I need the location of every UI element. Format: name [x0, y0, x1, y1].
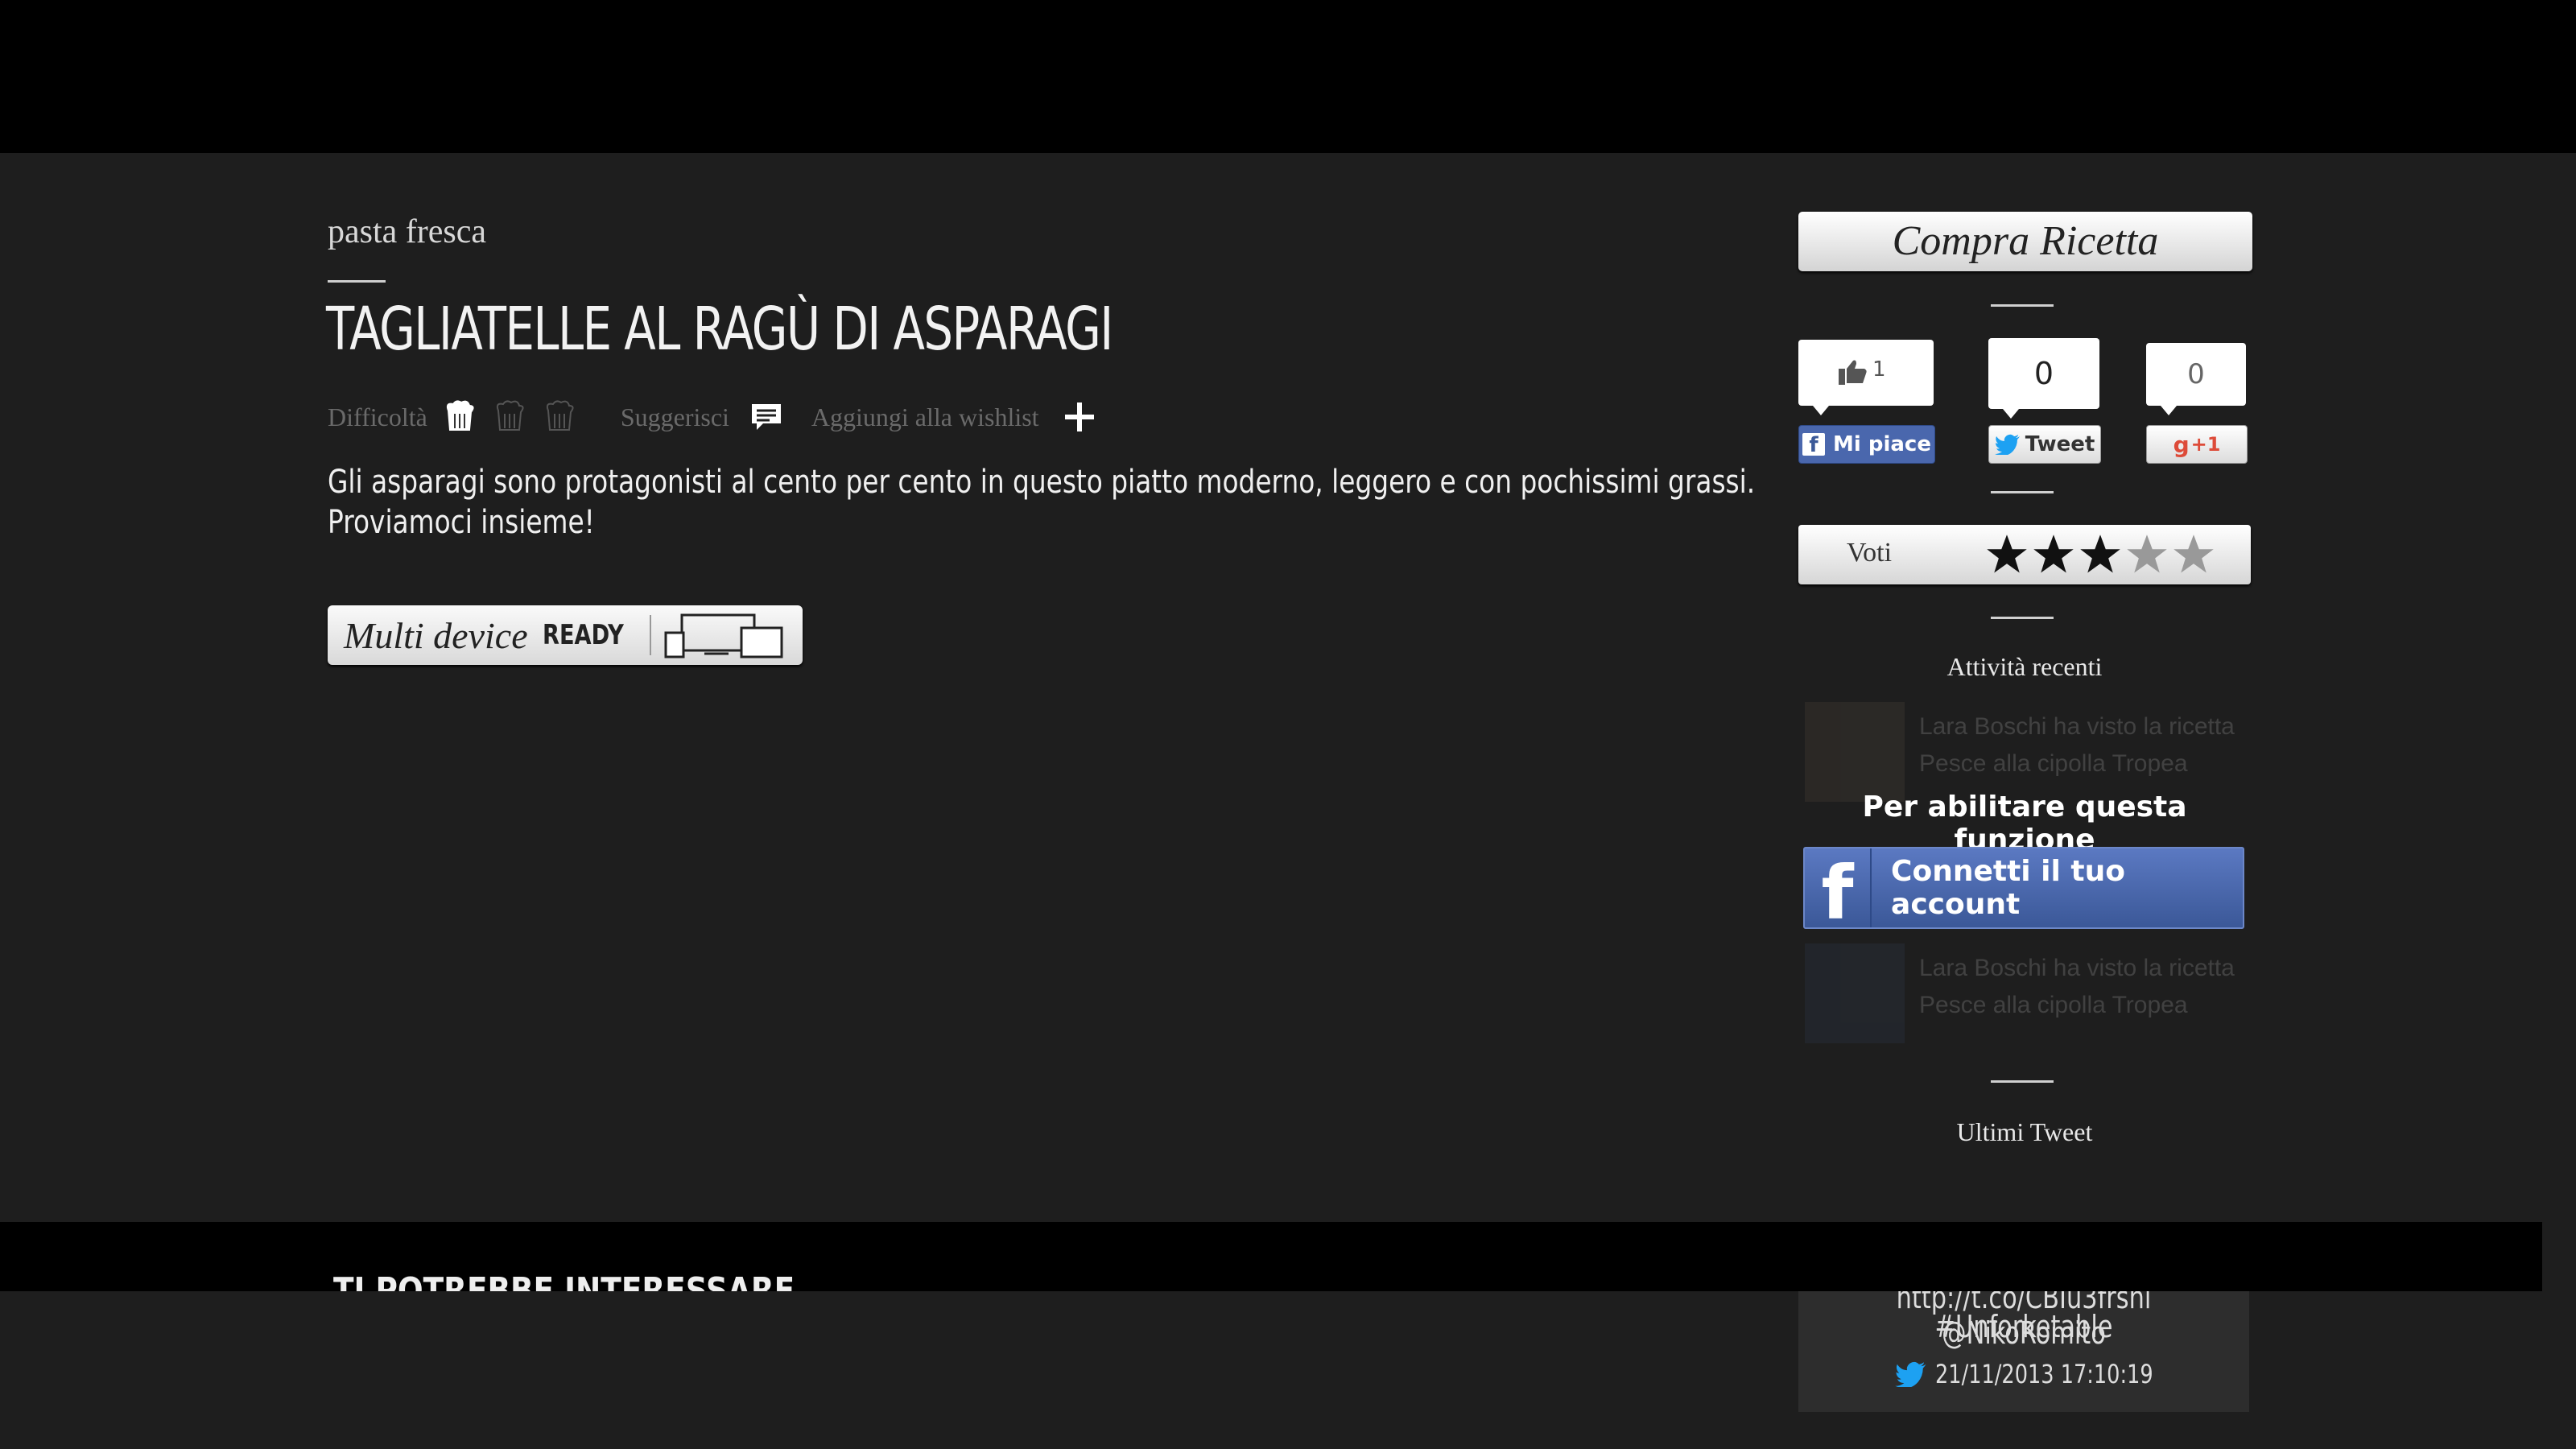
multi-device-badge: Multi device READY [328, 605, 803, 665]
star-empty-icon[interactable] [2125, 533, 2169, 576]
tweet-card: http://t.co/CBIu3frshl @NikoRomito #Unfo… [1798, 1280, 2249, 1412]
tweet-label: Tweet [2025, 432, 2095, 456]
votes-label: Voti [1847, 538, 1893, 568]
gplus-icon: g [2173, 431, 2190, 458]
sidebar-divider [1991, 491, 2054, 493]
list-item: Lara Boschi ha visto la ricetta Pesce al… [1805, 697, 2240, 803]
activity-text: Lara Boschi ha visto la ricetta Pesce al… [1919, 955, 2235, 1018]
badge-italic-text: Multi device [344, 614, 528, 656]
description-line: Gli asparagi sono protagonisti al cento … [328, 464, 1756, 501]
sidebar-divider [1991, 304, 2054, 307]
plus-icon[interactable] [1062, 399, 1097, 435]
activity-text: Lara Boschi ha visto la ricetta Pesce al… [1919, 713, 2235, 777]
twitter-bird-icon [1994, 434, 2020, 455]
facebook-like-label: Mi piace [1833, 432, 1931, 456]
difficulty-label: Difficoltà [328, 402, 427, 431]
badge-ready-text: READY [542, 619, 624, 651]
suggest-label[interactable]: Suggerisci [621, 402, 729, 432]
star-filled-icon[interactable] [2032, 533, 2075, 576]
devices-icon [664, 613, 783, 658]
activity-thumbnail [1805, 702, 1905, 802]
sidebar-divider [1991, 617, 2054, 619]
recipe-meta-row: Difficoltà Suggerisci Aggiungi alla wish… [328, 393, 1097, 441]
facebook-icon: f [1805, 848, 1872, 931]
gplus-label: +1 [2190, 433, 2221, 456]
might-interest-text: TI POTREBBE INTERESSARE [333, 1270, 795, 1291]
buy-recipe-button[interactable]: Compra Ricetta [1798, 212, 2252, 271]
wishlist-label[interactable]: Aggiungi alla wishlist [811, 402, 1039, 432]
tweet-timestamp-text: 21/11/2013 17:10:19 [1935, 1359, 2153, 1389]
tweet-text-line: #Unforketable [1934, 1309, 2113, 1344]
recent-activity-heading: Attività recenti [1946, 652, 2103, 681]
facebook-count-value: 1 [1872, 357, 1886, 382]
chef-hat-icon [446, 400, 474, 431]
recipe-category[interactable]: pasta fresca [328, 213, 486, 251]
top-bar [0, 0, 2576, 153]
thumbs-up-icon [1839, 360, 1867, 385]
star-empty-icon[interactable] [2172, 533, 2215, 576]
recipe-description: Gli asparagi sono protagonisti al cento … [328, 462, 1756, 543]
activity-thumbnail [1805, 943, 1905, 1043]
description-line: Proviamoci insieme! [328, 504, 595, 541]
star-filled-icon[interactable] [1985, 533, 2029, 576]
badge-separator [650, 615, 651, 655]
tweet-count: 0 [1988, 338, 2099, 419]
facebook-icon: f [1802, 433, 1826, 457]
gplus-button[interactable]: g +1 [2146, 425, 2248, 464]
rating-bar: Voti [1798, 525, 2251, 584]
list-item: Lara Boschi ha visto la ricetta Pesce al… [1805, 939, 2240, 1045]
latest-tweets-heading: Ultimi Tweet [1956, 1117, 2093, 1146]
might-interest-heading: TI POTREBBE INTERESSARE [333, 1270, 876, 1291]
connect-account-label: Connetti il tuo account [1891, 855, 2125, 921]
star-filled-icon[interactable] [2079, 533, 2122, 576]
star-rating[interactable] [1985, 533, 2219, 576]
facebook-like-button[interactable]: f Mi piace [1798, 425, 1935, 464]
tweet-button[interactable]: Tweet [1988, 425, 2101, 464]
category-divider [328, 280, 386, 283]
gplus-count: 0 [2146, 343, 2246, 415]
chef-hat-icon [496, 400, 524, 431]
chef-hat-icon [546, 400, 574, 431]
comment-icon[interactable] [749, 399, 784, 435]
twitter-bird-icon [1895, 1361, 1926, 1387]
recipe-title: TAGLIATELLE AL RAGÙ DI ASPARAGI [326, 295, 1113, 364]
facebook-connect-button[interactable]: f Connetti il tuo account [1803, 847, 2244, 931]
facebook-like-count: 1 [1798, 340, 1934, 415]
tweet-timestamp: 21/11/2013 17:10:19 [1895, 1359, 2207, 1389]
sidebar-divider [1991, 1080, 2054, 1083]
